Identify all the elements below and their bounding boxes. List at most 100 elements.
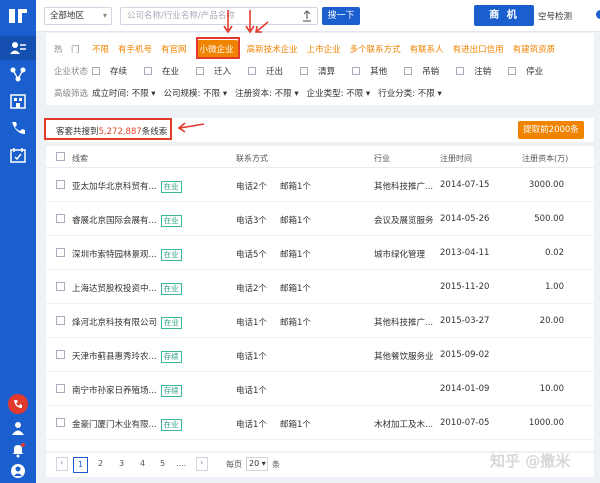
table-row[interactable]: 烽河北京科技有限公司 在业 电话1个 邮箱1个 其他科技推广... 2015-03-27 2… (46, 304, 594, 338)
bell-icon[interactable] (9, 442, 27, 458)
search-button[interactable]: 搜一下 (322, 7, 360, 25)
register-capital: 0.02 (545, 248, 564, 258)
row-checkbox[interactable] (56, 384, 65, 393)
hot-tag[interactable]: 有联系人 (410, 43, 444, 55)
table-row[interactable]: 天津市蓟县惠秀玲农... 存续 电话1个 其他餐饮服务业 2015-09-02 (46, 338, 594, 372)
company-name[interactable]: 睿展北京国际会展有... 在业 (72, 214, 182, 227)
register-capital: 10.00 (539, 384, 564, 394)
founded-dropdown[interactable]: 成立时间: 不限 ▾ (92, 87, 156, 99)
email-count[interactable]: 邮箱1个 (280, 214, 311, 226)
network-icon[interactable] (9, 66, 27, 82)
email-count[interactable]: 邮箱1个 (280, 418, 311, 430)
phone-count[interactable]: 电话5个 (236, 248, 267, 260)
page-3[interactable]: 3 (119, 459, 124, 468)
email-count[interactable]: 邮箱1个 (280, 248, 311, 260)
register-date: 2010-07-05 (440, 418, 490, 428)
empty-number-check-toggle[interactable] (596, 10, 600, 19)
company-name[interactable]: 南宁市孙家日养殖场... 存续 (72, 384, 182, 397)
hot-tag[interactable]: 有手机号 (118, 43, 152, 55)
annotation-arrow-count (177, 122, 205, 133)
scale-dropdown[interactable]: 公司规模: 不限 ▾ (164, 87, 228, 99)
building-icon[interactable] (9, 93, 27, 109)
table-row[interactable]: 亚太加华北京科贸有... 在业 电话2个 邮箱1个 其他科技推广... 2014-07-1… (46, 168, 594, 202)
register-date: 2014-01-09 (440, 384, 490, 394)
table-row[interactable]: 金豪门厦门木业有限... 在业 电话1个 邮箱1个 木材加工及木... 2010-07-0… (46, 406, 594, 440)
company-name[interactable]: 金豪门厦门木业有限... 在业 (72, 418, 182, 431)
hot-filter-row: 热 门 不限 有手机号 有官网 小微企业 高新技术企业 上市企业 多个联系方式 … (54, 40, 564, 58)
table-row[interactable]: 上海达贸股权投资中... 在业 电话2个 邮箱1个 2015-11-20 1.00 (46, 270, 594, 304)
team-icon[interactable] (9, 420, 27, 436)
annotation-box-count (44, 118, 172, 140)
phone-count[interactable]: 电话1个 (236, 418, 267, 430)
row-checkbox[interactable] (56, 248, 65, 257)
phone-count[interactable]: 电话1个 (236, 350, 267, 362)
phone-count[interactable]: 电话2个 (236, 282, 267, 294)
col-header-lead: 线索 (72, 154, 88, 163)
calendar-check-icon[interactable] (9, 147, 27, 163)
user-avatar-icon[interactable] (9, 463, 27, 479)
phone-call-badge-icon[interactable] (8, 394, 28, 414)
table-row[interactable]: 深圳市索特园林景观... 在业 电话5个 邮箱1个 城市绿化管理 2013-04-11 0.… (46, 236, 594, 270)
search-input[interactable]: 公司名称/行业名称/产品名称 (120, 7, 318, 25)
row-checkbox[interactable] (56, 214, 65, 223)
upload-icon[interactable] (301, 9, 313, 23)
table-row[interactable]: 南宁市孙家日养殖场... 存续 电话1个 2014-01-09 10.00 (46, 372, 594, 406)
row-checkbox[interactable] (56, 418, 65, 427)
phone-count[interactable]: 电话1个 (236, 316, 267, 328)
hot-tag[interactable]: 多个联系方式 (350, 43, 401, 55)
status-checkbox[interactable]: 注销 (456, 65, 491, 77)
row-checkbox[interactable] (56, 180, 65, 189)
hot-tag[interactable]: 不限 (92, 43, 109, 55)
per-page-select[interactable]: 20 ▾ (246, 457, 268, 471)
capital-dropdown[interactable]: 注册资本: 不限 ▾ (235, 87, 299, 99)
status-badge: 在业 (160, 215, 182, 227)
email-count[interactable]: 邮箱1个 (280, 282, 311, 294)
company-name[interactable]: 烽河北京科技有限公司 在业 (72, 316, 183, 329)
company-name[interactable]: 亚太加华北京科贸有... 在业 (72, 180, 182, 193)
status-checkbox[interactable]: 迁入 (196, 65, 231, 77)
company-name[interactable]: 上海达贸股权投资中... 在业 (72, 282, 182, 295)
results-table: 线索 联系方式 行业 注册时间 注册资本(万) 亚太加华北京科贸有... 在业 电话… (46, 146, 594, 451)
company-name[interactable]: 天津市蓟县惠秀玲农... 存续 (72, 350, 182, 363)
row-checkbox[interactable] (56, 316, 65, 325)
prev-page-button[interactable]: ‹ (56, 457, 68, 471)
email-count[interactable]: 邮箱1个 (280, 316, 311, 328)
business-opportunity-button[interactable]: 商 机 (474, 5, 534, 26)
industry-dropdown[interactable]: 行业分类: 不限 ▾ (378, 87, 442, 99)
select-all-checkbox[interactable] (56, 152, 65, 161)
company-name[interactable]: 深圳市索特园林景观... 在业 (72, 248, 182, 261)
status-checkbox[interactable]: 其他 (352, 65, 387, 77)
status-badge: 在业 (160, 419, 182, 431)
status-badge: 在业 (160, 283, 182, 295)
status-checkbox[interactable]: 停业 (508, 65, 543, 77)
hot-tag[interactable]: 有建筑资质 (513, 43, 556, 55)
next-page-button[interactable]: › (196, 457, 208, 471)
hot-tag[interactable]: 高新技术企业 (247, 43, 298, 55)
email-count[interactable]: 邮箱1个 (280, 180, 311, 192)
status-checkbox[interactable]: 清算 (300, 65, 335, 77)
hot-tag[interactable]: 上市企业 (307, 43, 341, 55)
status-checkbox[interactable]: 在业 (144, 65, 179, 77)
row-checkbox[interactable] (56, 350, 65, 359)
export-button[interactable]: 提取前2000条 (518, 121, 584, 139)
customers-icon[interactable] (9, 40, 27, 56)
table-row[interactable]: 睿展北京国际会展有... 在业 电话3个 邮箱1个 会议及展览服务 2014-05-26 5… (46, 202, 594, 236)
hot-tag[interactable]: 有官网 (161, 43, 187, 55)
status-checkbox[interactable]: 迁出 (248, 65, 283, 77)
status-checkbox[interactable]: 存续 (92, 65, 127, 77)
page-5[interactable]: 5 (160, 459, 165, 468)
row-checkbox[interactable] (56, 282, 65, 291)
phone-count[interactable]: 电话1个 (236, 384, 267, 396)
page-2[interactable]: 2 (98, 459, 103, 468)
phone-count[interactable]: 电话2个 (236, 180, 267, 192)
page-4[interactable]: 4 (140, 459, 145, 468)
phone-icon[interactable] (9, 120, 27, 136)
page-1[interactable]: 1 (73, 457, 89, 473)
region-select[interactable]: 全部地区 ▾ (44, 7, 112, 25)
type-dropdown[interactable]: 企业类型: 不限 ▾ (307, 87, 371, 99)
phone-count[interactable]: 电话3个 (236, 214, 267, 226)
register-date: 2015-09-02 (440, 350, 490, 360)
status-checkbox[interactable]: 吊销 (404, 65, 439, 77)
hot-tag[interactable]: 有进出口信用 (453, 43, 504, 55)
hot-label: 热 门 (54, 45, 80, 55)
